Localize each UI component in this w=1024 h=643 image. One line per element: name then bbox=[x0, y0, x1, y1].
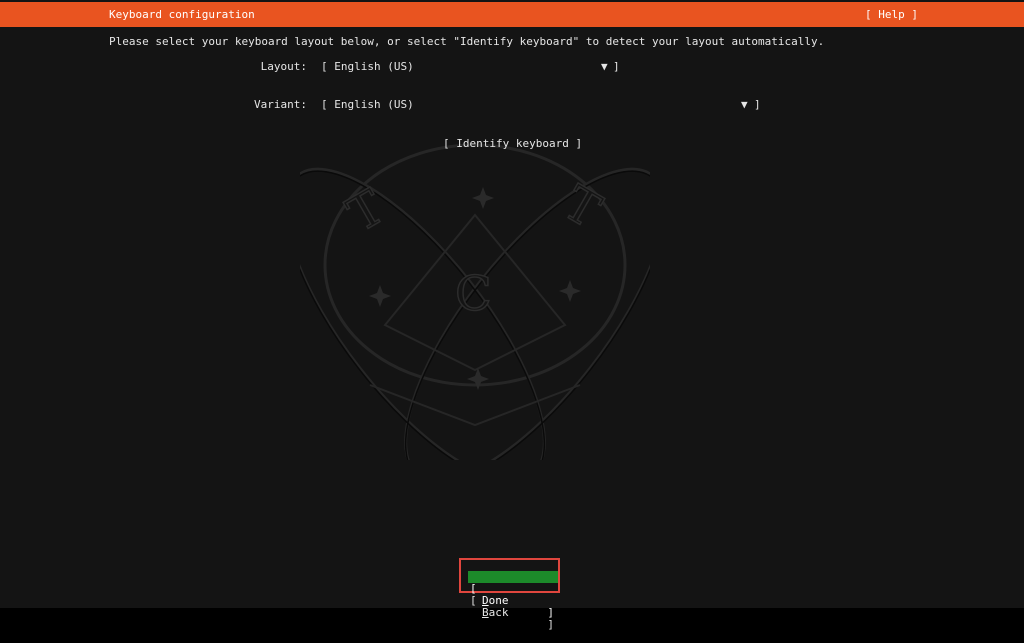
help-button[interactable]: [ Help ] bbox=[865, 8, 918, 21]
instruction-text: Please select your keyboard layout below… bbox=[109, 35, 825, 48]
variant-close-bracket: ] bbox=[754, 98, 761, 111]
layout-close-bracket: ] bbox=[613, 60, 620, 73]
logo-letter-center: C bbox=[455, 266, 492, 322]
page-title: Keyboard configuration bbox=[109, 8, 255, 21]
layout-value: [ English (US) bbox=[321, 60, 414, 73]
logo-letter-left: T bbox=[338, 179, 394, 244]
identify-keyboard-button[interactable]: [ Identify keyboard ] bbox=[443, 137, 582, 150]
variant-value: [ English (US) bbox=[321, 98, 414, 111]
back-close-bracket: ] bbox=[547, 618, 554, 631]
atom-logo-watermark: T T C bbox=[300, 143, 650, 460]
variant-label: Variant: bbox=[254, 98, 307, 111]
variant-select[interactable]: [ English (US) ▼ ] bbox=[321, 98, 763, 112]
logo-letter-right: T bbox=[554, 175, 610, 240]
chevron-down-icon: ▼ bbox=[741, 98, 748, 111]
back-label: Back bbox=[482, 606, 509, 619]
back-button[interactable]: [ Back ] bbox=[468, 583, 558, 631]
back-open-bracket: [ bbox=[470, 594, 477, 607]
installer-terminal: Keyboard configuration [ Help ] Please s… bbox=[0, 0, 1024, 631]
header-bar: Keyboard configuration [ Help ] bbox=[0, 2, 1024, 27]
screen: Keyboard configuration [ Help ] Please s… bbox=[0, 0, 1024, 633]
layout-select[interactable]: [ English (US) ▼ ] bbox=[321, 60, 621, 74]
done-button[interactable]: [ Done ] bbox=[468, 571, 558, 619]
layout-label: Layout: bbox=[260, 60, 307, 73]
button-group: [ Done ] [ Back ] bbox=[459, 558, 560, 631]
chevron-down-icon: ▼ bbox=[601, 60, 608, 73]
